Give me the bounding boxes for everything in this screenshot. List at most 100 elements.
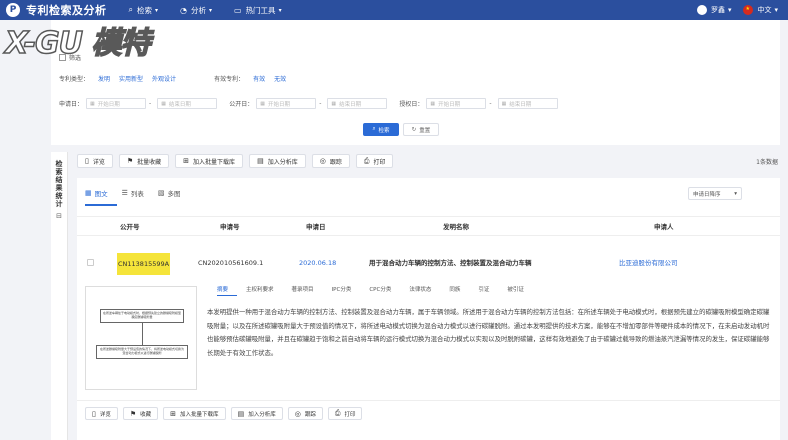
valid-option-yes[interactable]: 有效: [253, 74, 265, 83]
range-dash: -: [489, 100, 492, 107]
results-panel: ▦ 图文 ☰ 列表 ▧ 多图 申请日降序 ▾ 公开号 申请号 申请日 发明名称 申请人…: [77, 178, 780, 440]
flow-box: 在所述车辆处于电动模式时，根据预先建立的碳罐吸附模型确定碳罐吸附量: [100, 309, 184, 323]
patent-type-label: 专利类型：: [59, 76, 90, 83]
add-download-button[interactable]: ⊞ 加入批量下载库: [163, 407, 226, 420]
tab-citations[interactable]: 引证: [478, 285, 489, 293]
expand-icon: ⊟: [56, 212, 62, 220]
tab-legal-status[interactable]: 法律状态: [409, 285, 431, 293]
chevron-down-icon: ▾: [208, 6, 212, 14]
patent-drawing[interactable]: 在所述车辆处于电动模式时，根据预先建立的碳罐吸附模型确定碳罐吸附量 在所述碳罐吸…: [85, 286, 197, 390]
view-label: 多图: [167, 190, 181, 198]
tab-ipc[interactable]: IPC分类: [332, 285, 352, 293]
tab-bibliographic[interactable]: 著录项目: [292, 285, 314, 293]
col-app-date: 申请日: [306, 223, 326, 231]
print-button[interactable]: ⎙ 打印: [355, 154, 394, 168]
button-label: 跟踪: [304, 411, 316, 418]
user-name: 罗鑫: [710, 6, 725, 14]
type-filter-row: 专利类型： 发明 实用新型 外观设计 有效专利： 有效 无效: [59, 74, 286, 83]
chevron-down-icon: ▾: [278, 6, 282, 14]
user-menu[interactable]: 罗鑫 ▾: [696, 5, 731, 15]
language-switch[interactable]: 中文 ▾: [743, 5, 778, 15]
analysis-lib-icon: ▤: [237, 409, 245, 418]
search-button[interactable]: ⌕ 检索: [363, 123, 399, 136]
print-button[interactable]: ⎙ 打印: [327, 407, 363, 420]
valid-option-no[interactable]: 无效: [274, 74, 286, 83]
nav-tools[interactable]: ▭ 热门工具 ▾: [234, 5, 282, 16]
app-date[interactable]: 2020.06.18: [299, 253, 336, 273]
sort-select[interactable]: 申请日降序 ▾: [688, 187, 742, 200]
button-label: 加入批量下载库: [180, 411, 219, 418]
brand[interactable]: P 专利检索及分析: [6, 2, 107, 18]
print-icon: ⎙: [334, 409, 341, 417]
detail-view-button[interactable]: ▯ 详览: [85, 407, 118, 420]
valid-label: 有效专利：: [214, 76, 245, 83]
col-title: 发明名称: [443, 223, 469, 231]
image-text-view-icon: ▦: [85, 189, 92, 197]
stats-side-tab[interactable]: 检索结果统计 ⊟: [51, 152, 68, 440]
download-icon: ⊞: [170, 409, 177, 418]
flow-arrow: [142, 323, 143, 345]
add-analysis-button[interactable]: ▤ 加入分析库: [230, 407, 283, 420]
track-button[interactable]: ◎ 跟踪: [311, 154, 350, 168]
type-option-utility[interactable]: 实用新型: [119, 74, 143, 83]
document-icon: ▯: [92, 409, 96, 418]
start-date-input[interactable]: ▦ 开始日期: [426, 98, 487, 109]
placeholder: 结束日期: [168, 101, 191, 108]
batch-favorite-button[interactable]: ⚑ 批量收藏: [118, 154, 170, 168]
add-download-button[interactable]: ⊞ 加入批量下载库: [175, 154, 244, 168]
view-list[interactable]: ☰ 列表: [122, 188, 144, 198]
view-image-text[interactable]: ▦ 图文: [85, 188, 108, 198]
tab-cited-by[interactable]: 被引证: [507, 285, 524, 293]
end-date-input[interactable]: ▦ 结束日期: [157, 98, 218, 109]
placeholder: 开始日期: [438, 101, 461, 108]
button-label: 批量收藏: [137, 158, 162, 166]
chevron-down-icon: ▾: [774, 6, 778, 14]
add-analysis-button[interactable]: ▤ 加入分析库: [249, 154, 306, 168]
field-label: 授权日：: [399, 101, 424, 108]
button-label: 重置: [419, 127, 431, 134]
tab-family[interactable]: 同族: [449, 285, 460, 293]
top-nav-bar: P 专利检索及分析 ⌕ 检索 ▾ ◔ 分析 ▾ ▭ 热门工具 ▾ 罗鑫 ▾ 中文…: [0, 0, 788, 20]
col-applicant: 申请人: [654, 223, 674, 231]
type-option-invention[interactable]: 发明: [98, 74, 110, 83]
detail-tabs: 摘要 主权利要求 著录项目 IPC分类 CPC分类 法律状态 同族 引证 被引证: [217, 285, 542, 293]
flow-box: 在所述碳罐吸附量大于预设值的情况下，将所述电动模式切换为混合动力模式以进行碳罐脱…: [96, 345, 188, 359]
calendar-icon: ▦: [260, 100, 265, 107]
col-app-no: 申请号: [220, 223, 240, 231]
tab-abstract[interactable]: 摘要: [217, 285, 228, 293]
calendar-icon: ▦: [90, 100, 95, 107]
pub-no-text: CN113815599A: [117, 253, 171, 275]
invention-title[interactable]: 用于混合动力车辆的控制方法、控制装置及混合动力车辆: [369, 253, 532, 273]
list-view-icon: ☰: [121, 189, 128, 197]
nav-search[interactable]: ⌕ 检索 ▾: [129, 5, 159, 16]
end-date-input[interactable]: ▦ 结束日期: [497, 98, 558, 109]
tab-main-claim[interactable]: 主权利要求: [246, 285, 274, 293]
active-tab-underline: [217, 295, 237, 296]
type-option-design[interactable]: 外观设计: [152, 74, 176, 83]
applicant[interactable]: 比亚迪股份有限公司: [619, 253, 678, 273]
china-flag-icon: [743, 5, 754, 15]
calendar-icon: ▦: [161, 100, 166, 107]
view-multi-image[interactable]: ▧ 多图: [158, 188, 181, 198]
print-icon: ⎙: [363, 156, 370, 165]
reset-button[interactable]: ↻ 重置: [403, 123, 439, 136]
calendar-icon: ▦: [501, 100, 507, 107]
start-date-input[interactable]: ▦ 开始日期: [86, 98, 147, 109]
range-dash: -: [149, 100, 152, 107]
nav-label: 热门工具: [245, 5, 276, 15]
nav-analysis[interactable]: ◔ 分析 ▾: [180, 5, 212, 16]
favorite-button[interactable]: ⚑ 收藏: [122, 407, 159, 420]
row-checkbox[interactable]: [87, 259, 94, 266]
avatar-icon: [696, 5, 707, 15]
button-label: 加入分析库: [248, 411, 276, 418]
monitor-icon: ▭: [234, 5, 242, 15]
end-date-input[interactable]: ▦ 结束日期: [327, 98, 388, 109]
track-button[interactable]: ◎ 跟踪: [287, 407, 323, 420]
table-row[interactable]: CN113815599A CN202010561609.1 2020.06.18…: [77, 253, 780, 275]
result-toolbar: ▯ 详览 ⚑ 批量收藏 ⊞ 加入批量下载库 ▤ 加入分析库 ◎ 跟踪 ⎙ 打印 1条数据: [77, 152, 780, 170]
button-label: 详览: [92, 158, 105, 166]
detail-view-button[interactable]: ▯ 详览: [77, 154, 113, 168]
start-date-input[interactable]: ▦ 开始日期: [256, 98, 317, 109]
tab-cpc[interactable]: CPC分类: [369, 285, 391, 293]
multi-image-view-icon: ▧: [157, 189, 165, 197]
